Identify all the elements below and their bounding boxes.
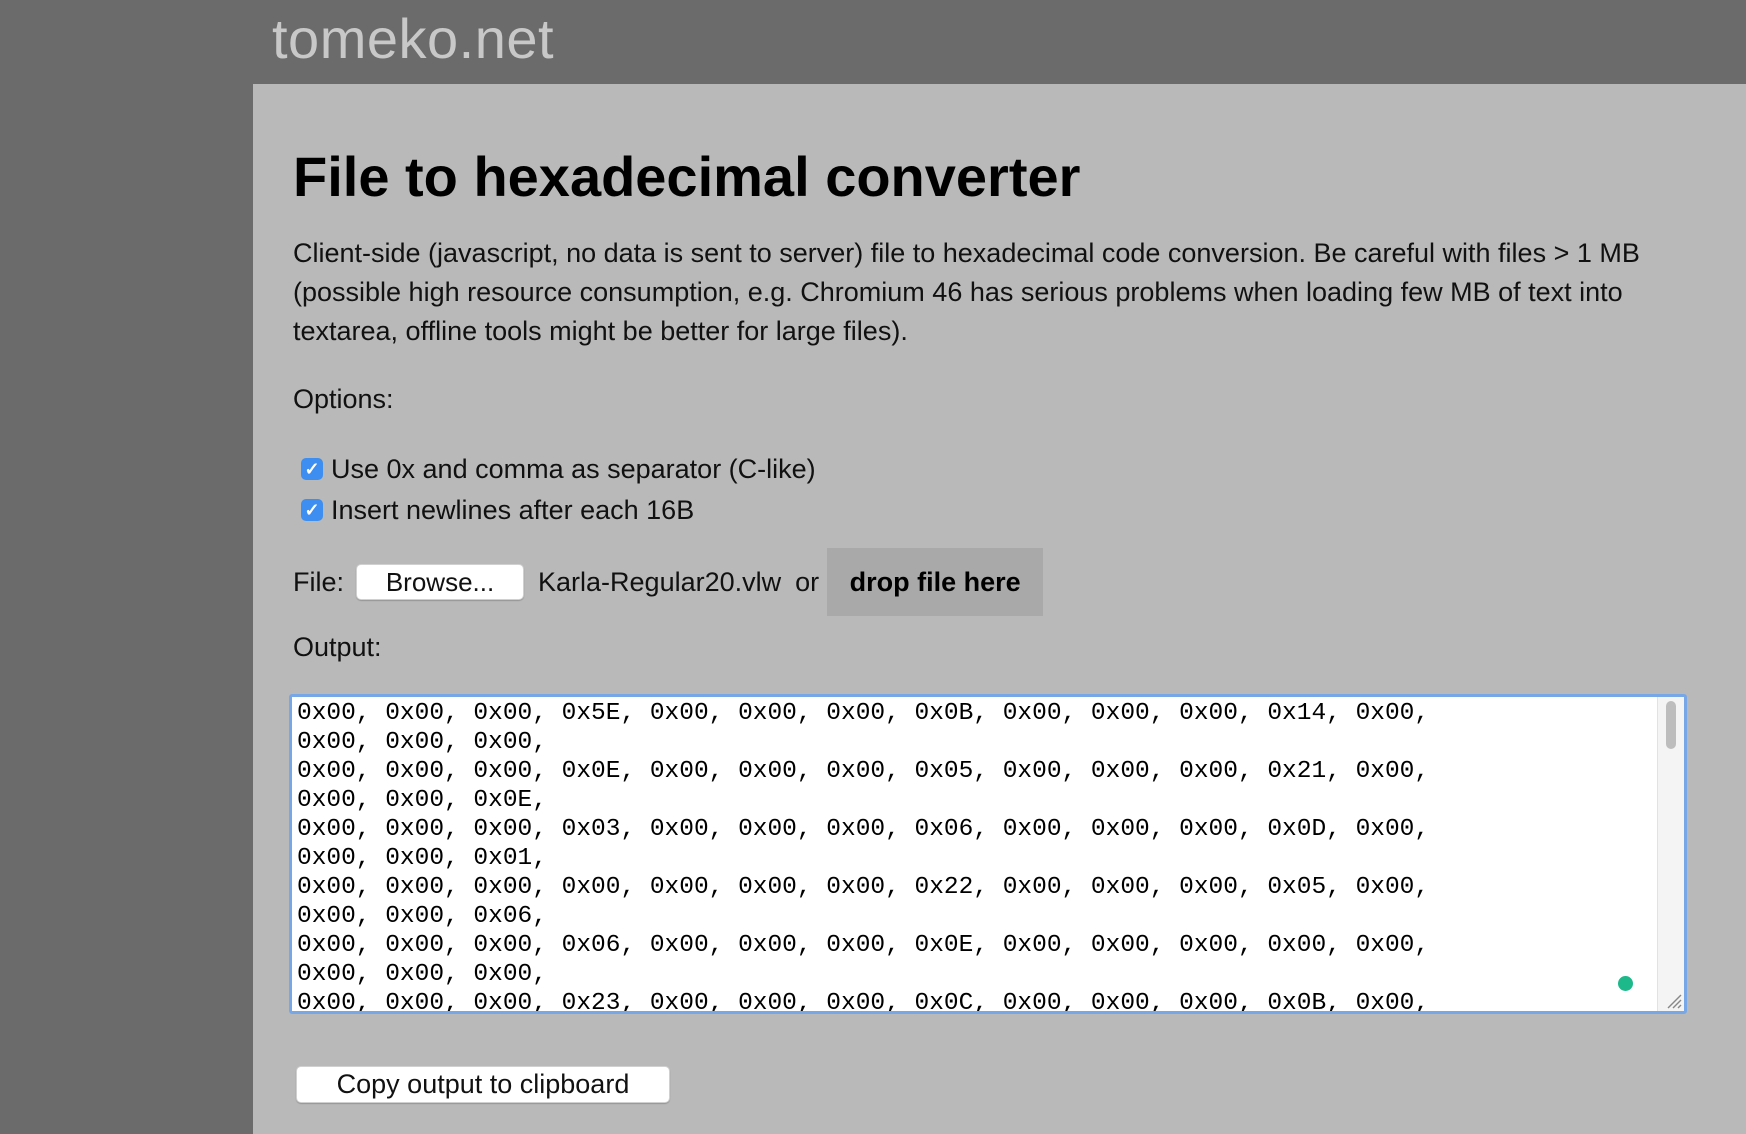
checkbox-c-like-separator[interactable]: ✓ <box>301 458 323 480</box>
file-label: File: <box>293 566 345 597</box>
output-scrollbar[interactable] <box>1657 697 1684 1011</box>
site-header: tomeko.net <box>0 0 1746 84</box>
or-text: or <box>795 566 820 597</box>
checkmark-icon: ✓ <box>304 458 320 479</box>
browse-button[interactable]: Browse... <box>356 564 525 600</box>
checkmark-icon: ✓ <box>304 499 320 520</box>
output-text[interactable]: 0x00, 0x00, 0x00, 0x5E, 0x00, 0x00, 0x00… <box>297 699 1657 1011</box>
checkbox-insert-newlines[interactable]: ✓ <box>301 499 323 521</box>
resize-grip-icon[interactable] <box>1664 991 1682 1009</box>
selected-file-name: Karla-Regular20.vlw <box>538 566 782 597</box>
options-label: Options: <box>293 384 394 414</box>
scrollbar-thumb[interactable] <box>1666 701 1676 749</box>
drop-zone[interactable]: drop file here <box>827 548 1044 616</box>
page-description: Client-side (javascript, no data is sent… <box>293 238 1640 346</box>
output-label: Output: <box>293 632 382 662</box>
drop-zone-label: drop file here <box>849 566 1021 597</box>
file-row: File: Browse... Karla-Regular20.vlw or d… <box>293 548 1044 616</box>
output-textarea[interactable]: 0x00, 0x00, 0x00, 0x5E, 0x00, 0x00, 0x00… <box>289 694 1687 1014</box>
main-panel: File to hexadecimal converter Client-sid… <box>253 84 1746 1134</box>
page-title: File to hexadecimal converter <box>293 145 1081 208</box>
status-dot-indicator <box>1618 976 1633 991</box>
copy-output-button[interactable]: Copy output to clipboard <box>296 1066 670 1103</box>
option-c-like-separator[interactable]: ✓ Use 0x and comma as separator (C-like) <box>301 452 816 486</box>
site-title[interactable]: tomeko.net <box>272 6 554 71</box>
option-insert-newlines[interactable]: ✓ Insert newlines after each 16B <box>301 493 694 527</box>
option-label: Use 0x and comma as separator (C-like) <box>331 453 816 484</box>
option-label: Insert newlines after each 16B <box>331 494 695 525</box>
